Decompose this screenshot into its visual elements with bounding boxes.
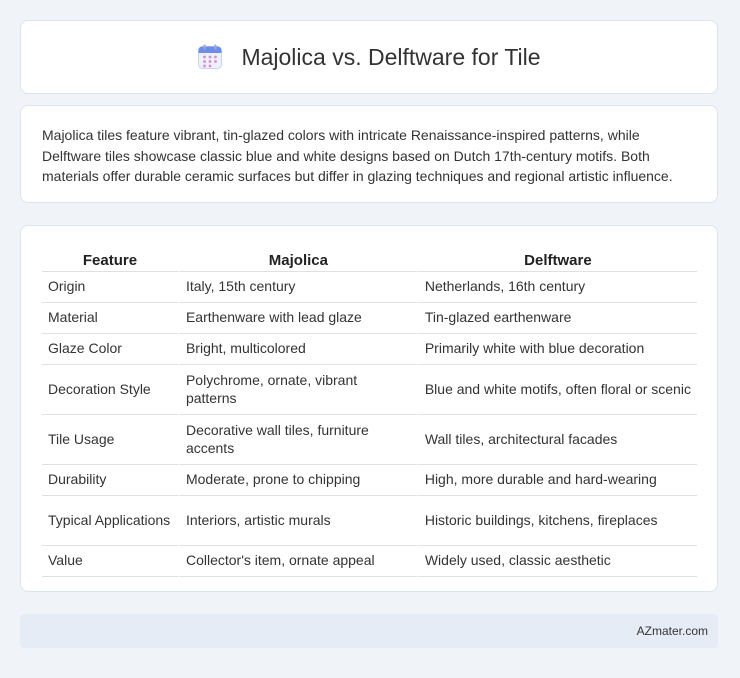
footer-site-link[interactable]: AZmater.com [637,624,708,638]
delftware-cell: Netherlands, 16th century [416,272,697,303]
delftware-cell: Blue and white motifs, often floral or s… [416,365,697,415]
comparison-table: Feature Majolica Delftware Origin Italy,… [42,247,697,577]
table-row: Tile Usage Decorative wall tiles, furnit… [42,415,697,465]
feature-cell: Material [42,303,178,334]
summary-text: Majolica tiles feature vibrant, tin-glaz… [42,127,673,184]
feature-cell: Tile Usage [42,415,178,465]
delftware-cell: Historic buildings, kitchens, fireplaces [416,496,697,546]
comparison-table-card: Feature Majolica Delftware Origin Italy,… [20,225,718,592]
header-feature: Feature [42,247,178,272]
table-row: Material Earthenware with lead glaze Tin… [42,303,697,334]
feature-cell: Value [42,546,178,577]
summary-card: Majolica tiles feature vibrant, tin-glaz… [20,105,718,203]
header-delftware: Delftware [416,247,697,272]
feature-cell: Durability [42,465,178,496]
majolica-cell: Decorative wall tiles, furniture accents [177,415,417,465]
delftware-cell: Wall tiles, architectural facades [416,415,697,465]
feature-cell: Typical Applications [42,496,178,546]
majolica-cell: Interiors, artistic murals [177,496,417,546]
page-title: Majolica vs. Delftware for Tile [241,43,541,70]
delftware-cell: Primarily white with blue decoration [416,334,697,365]
delftware-cell: Tin-glazed earthenware [416,303,697,334]
title-wrap: Majolica vs. Delftware for Tile [197,43,541,71]
header-majolica: Majolica [177,247,417,272]
majolica-cell: Earthenware with lead glaze [177,303,417,334]
table-row: Durability Moderate, prone to chipping H… [42,465,697,496]
table-row: Value Collector's item, ornate appeal Wi… [42,546,697,577]
majolica-cell: Collector's item, ornate appeal [177,546,417,577]
table-row: Decoration Style Polychrome, ornate, vib… [42,365,697,415]
footer-bar: AZmater.com [20,614,718,648]
calendar-icon [198,44,223,69]
feature-cell: Origin [42,272,178,303]
table-header-row: Feature Majolica Delftware [42,247,697,272]
table-row: Typical Applications Interiors, artistic… [42,496,697,546]
majolica-cell: Polychrome, ornate, vibrant patterns [177,365,417,415]
table-row: Origin Italy, 15th century Netherlands, … [42,272,697,303]
delftware-cell: Widely used, classic aesthetic [416,546,697,577]
majolica-cell: Italy, 15th century [177,272,417,303]
table-row: Glaze Color Bright, multicolored Primari… [42,334,697,365]
majolica-cell: Moderate, prone to chipping [177,465,417,496]
majolica-cell: Bright, multicolored [177,334,417,365]
feature-cell: Decoration Style [42,365,178,415]
delftware-cell: High, more durable and hard-wearing [416,465,697,496]
feature-cell: Glaze Color [42,334,178,365]
header-card: Majolica vs. Delftware for Tile [20,20,718,94]
